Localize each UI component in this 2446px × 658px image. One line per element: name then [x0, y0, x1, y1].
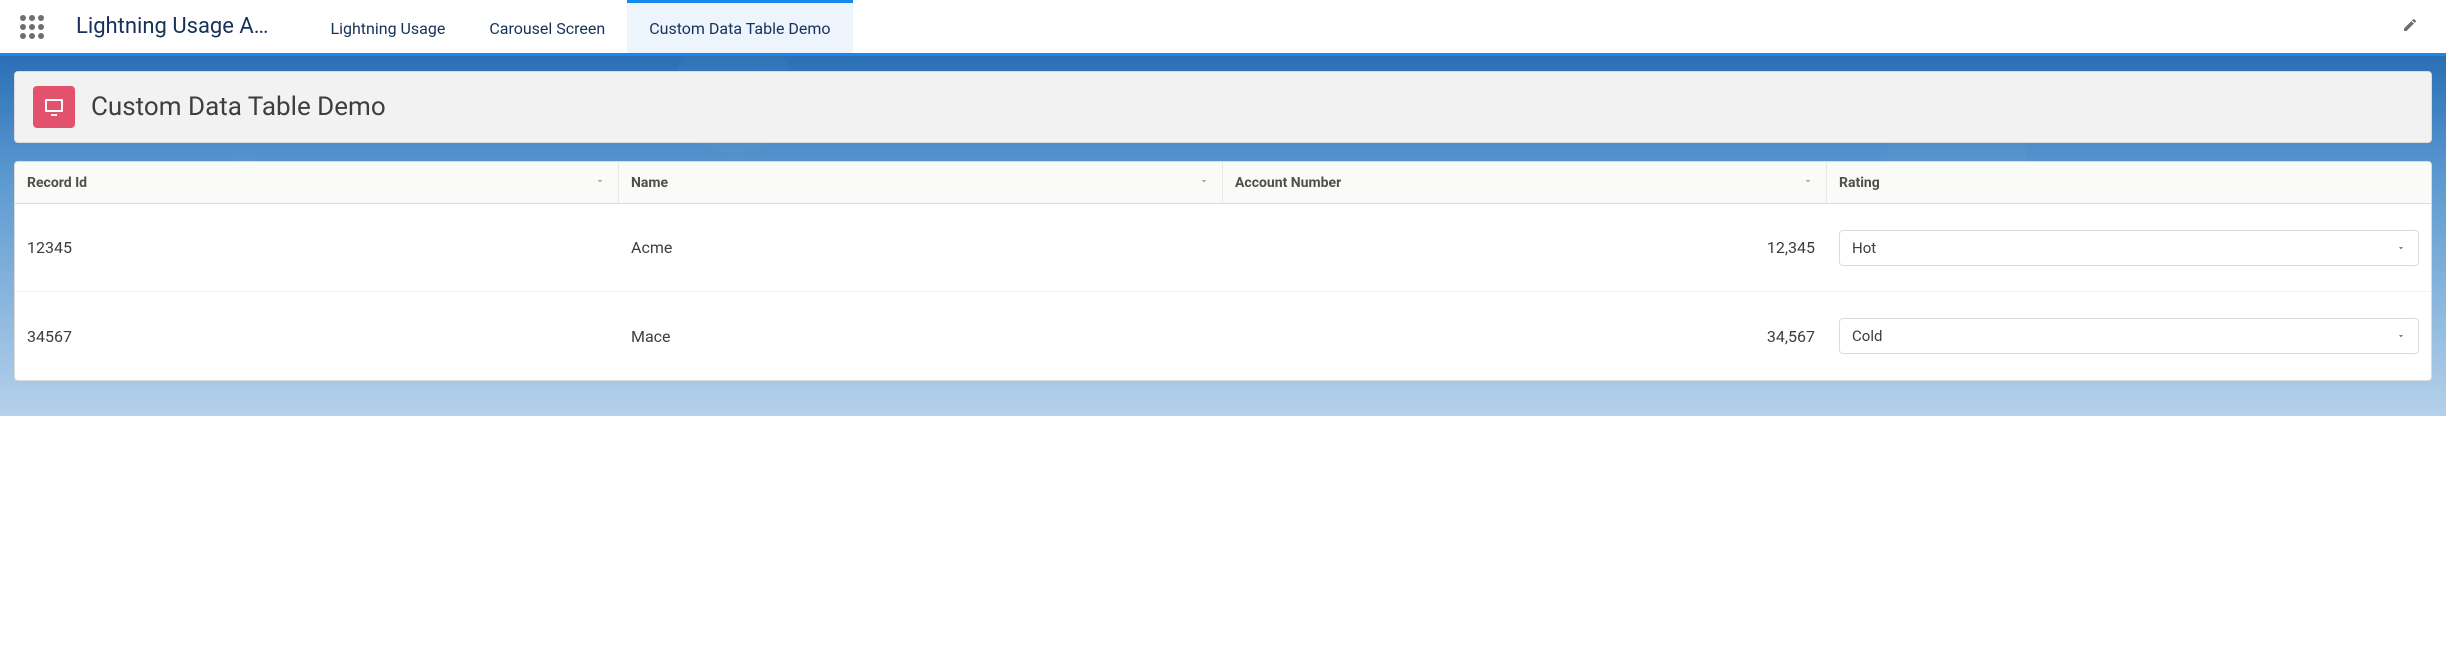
tab-label: Carousel Screen [489, 19, 605, 38]
page-title: Custom Data Table Demo [91, 92, 386, 122]
chevron-down-icon [594, 175, 606, 191]
page-header: Custom Data Table Demo [14, 71, 2432, 143]
picklist-value: Cold [1852, 327, 1882, 345]
cell-rating: Cold [1827, 318, 2431, 354]
table-body: 12345 Acme 12,345 Hot 34567 Mace 34,567 [15, 204, 2431, 380]
global-nav: Lightning Usage A… Lightning Usage Carou… [0, 0, 2446, 56]
cell-account-number: 34,567 [1223, 327, 1827, 346]
triangle-down-icon [2396, 239, 2406, 257]
table-row: 12345 Acme 12,345 Hot [15, 204, 2431, 292]
column-header-account-number[interactable]: Account Number [1223, 162, 1827, 203]
app-launcher-icon[interactable] [12, 7, 52, 47]
column-label: Record Id [27, 175, 87, 191]
display-icon [33, 86, 75, 128]
column-header-name[interactable]: Name [619, 162, 1223, 203]
column-label: Rating [1839, 175, 1880, 191]
column-header-record-id[interactable]: Record Id [15, 162, 619, 203]
tab-custom-data-table-demo[interactable]: Custom Data Table Demo [627, 0, 852, 53]
nav-tabs: Lightning Usage Carousel Screen Custom D… [308, 0, 2394, 53]
cell-name: Acme [619, 238, 1223, 257]
app-name: Lightning Usage A… [76, 14, 268, 39]
cell-record-id: 34567 [15, 327, 619, 346]
cell-record-id: 12345 [15, 238, 619, 257]
data-table: Record Id Name Account Number Rating [14, 161, 2432, 381]
tab-lightning-usage[interactable]: Lightning Usage [308, 0, 467, 53]
tab-label: Custom Data Table Demo [649, 19, 830, 38]
column-label: Account Number [1235, 175, 1341, 191]
column-header-rating[interactable]: Rating [1827, 162, 2431, 203]
chevron-down-icon [1198, 175, 1210, 191]
column-label: Name [631, 175, 668, 191]
triangle-down-icon [2396, 327, 2406, 345]
cell-rating: Hot [1827, 230, 2431, 266]
tab-label: Lightning Usage [330, 19, 445, 38]
cell-account-number: 12,345 [1223, 238, 1827, 257]
rating-picklist[interactable]: Cold [1839, 318, 2419, 354]
rating-picklist[interactable]: Hot [1839, 230, 2419, 266]
cell-name: Mace [619, 327, 1223, 346]
tab-carousel-screen[interactable]: Carousel Screen [467, 0, 627, 53]
pencil-icon[interactable] [2394, 9, 2426, 45]
table-header-row: Record Id Name Account Number Rating [15, 162, 2431, 204]
table-row: 34567 Mace 34,567 Cold [15, 292, 2431, 380]
chevron-down-icon [1802, 175, 1814, 191]
picklist-value: Hot [1852, 239, 1876, 257]
